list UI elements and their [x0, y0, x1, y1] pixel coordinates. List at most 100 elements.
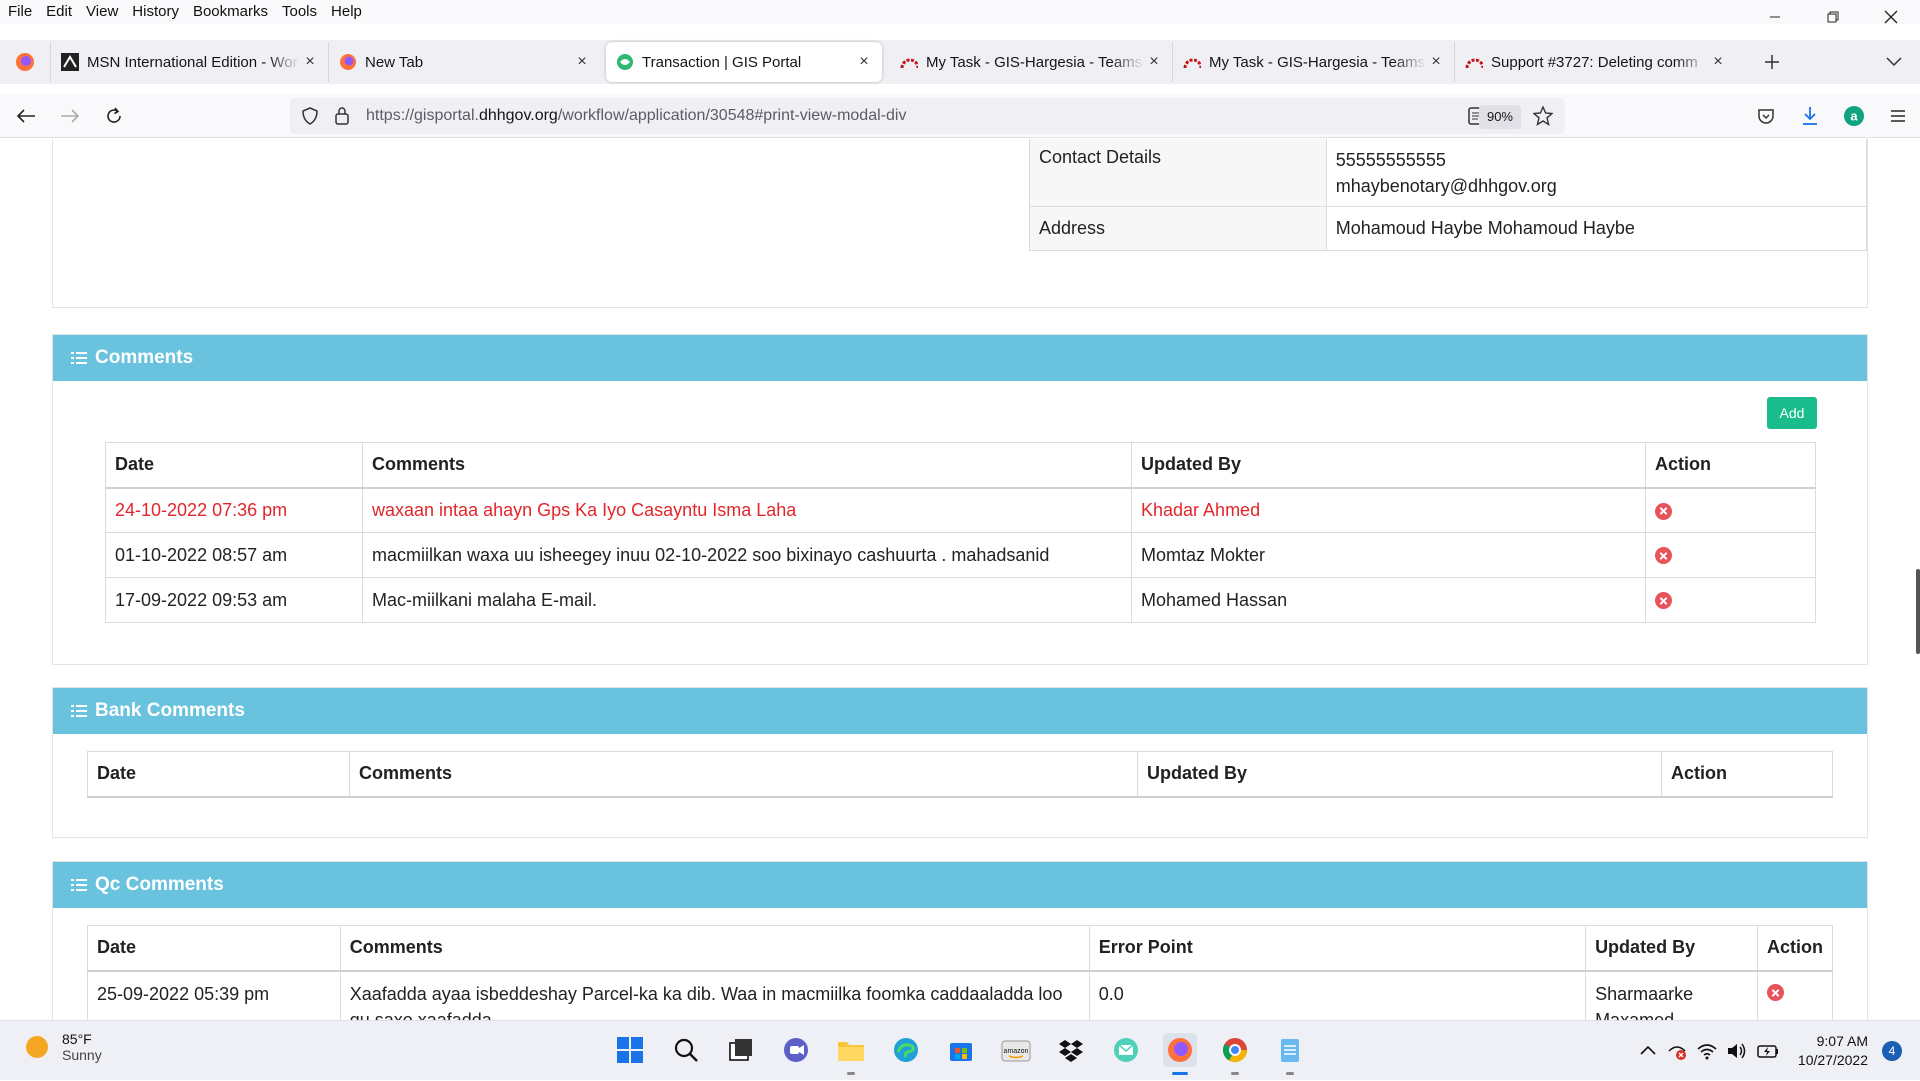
firefox-icon	[1168, 1038, 1192, 1062]
comment-text: Mac-miilkani malaha E-mail.	[362, 577, 1132, 623]
taskbar-clock[interactable]: 9:07 AM 10/27/2022	[1798, 1032, 1868, 1070]
menu-file[interactable]: File	[0, 0, 39, 24]
bank-comments-panel: Bank Comments Date Comments Updated By A…	[52, 687, 1868, 838]
amazon-button[interactable]: amazon	[999, 1033, 1033, 1067]
tab-title: Transaction | GIS Portal	[642, 53, 802, 71]
file-explorer-button[interactable]	[834, 1033, 868, 1075]
chrome-button[interactable]	[1218, 1033, 1252, 1075]
delete-comment-icon[interactable]	[1655, 592, 1672, 610]
mail-app-button[interactable]	[1109, 1033, 1143, 1067]
column-header-date: Date	[87, 751, 350, 798]
firefox-view-button[interactable]	[0, 40, 50, 84]
restore-button[interactable]	[1804, 0, 1862, 34]
menu-help[interactable]: Help	[324, 0, 369, 24]
column-header-date: Date	[87, 925, 341, 972]
microsoft-store-button[interactable]	[944, 1033, 978, 1067]
tab-my-task-2[interactable]: My Task - GIS-Hargesia - Teams ×	[1172, 42, 1454, 82]
close-window-button[interactable]	[1862, 0, 1920, 34]
firefox-taskbar-button[interactable]	[1163, 1033, 1197, 1075]
plus-icon	[1765, 55, 1779, 69]
close-tab-icon[interactable]: ×	[854, 53, 874, 71]
task-view-button[interactable]	[724, 1033, 758, 1067]
list-all-tabs-button[interactable]	[1876, 44, 1912, 80]
shield-icon[interactable]	[300, 106, 320, 126]
menu-bar: File Edit View History Bookmarks Tools H…	[0, 0, 1920, 24]
volume-icon[interactable]	[1726, 1041, 1748, 1061]
add-comment-button[interactable]: Add	[1767, 397, 1817, 429]
account-button[interactable]: a	[1832, 94, 1876, 138]
pocket-button[interactable]	[1744, 94, 1788, 138]
close-tab-icon[interactable]: ×	[1144, 53, 1164, 71]
tab-title: MSN International Edition - Wor	[87, 53, 298, 71]
qc-error-point: 0.0	[1088, 970, 1587, 1020]
bank-comments-table: Date Comments Updated By Action	[87, 751, 1833, 798]
close-tab-icon[interactable]: ×	[300, 53, 320, 71]
menu-edit[interactable]: Edit	[39, 0, 79, 24]
edge-button[interactable]	[889, 1033, 923, 1067]
dropbox-button[interactable]	[1054, 1033, 1088, 1067]
close-tab-icon[interactable]: ×	[1426, 53, 1446, 71]
comment-updated-by: Khadar Ahmed	[1131, 487, 1646, 533]
reload-button[interactable]	[96, 98, 132, 134]
comment-date: 01-10-2022 08:57 am	[105, 532, 363, 578]
tab-gis-portal[interactable]: Transaction | GIS Portal ×	[606, 42, 882, 82]
delete-qc-comment-icon[interactable]	[1767, 984, 1784, 1002]
zoom-level-badge[interactable]: 90%	[1478, 105, 1521, 129]
comment-updated-by: Momtaz Mokter	[1131, 532, 1646, 578]
account-avatar-icon: a	[1844, 106, 1864, 126]
qc-comment-date: 25-09-2022 05:39 pm	[87, 970, 341, 1020]
teams-chat-button[interactable]	[779, 1033, 813, 1067]
column-header-updated-by: Updated By	[1585, 925, 1758, 972]
lock-icon[interactable]	[334, 106, 350, 126]
app-menu-button[interactable]	[1876, 94, 1920, 138]
network-error-icon[interactable]	[1666, 1041, 1688, 1061]
weather-widget[interactable]: 85°F Sunny	[24, 1031, 102, 1063]
table-header-row: Date Comments Error Point Updated By Act…	[87, 925, 1833, 972]
start-button[interactable]	[613, 1033, 647, 1067]
wifi-icon[interactable]	[1696, 1041, 1718, 1061]
menu-bookmarks[interactable]: Bookmarks	[186, 0, 275, 24]
column-header-action: Action	[1757, 925, 1833, 972]
comment-text: macmiilkan waxa uu isheegey inuu 02-10-2…	[362, 532, 1132, 578]
address-bar[interactable]: https://gisportal.dhhgov.org/workflow/ap…	[290, 98, 1565, 134]
comment-updated-by: Mohamed Hassan	[1131, 577, 1646, 623]
table-row: Contact Details 55555555555 mhaybenotary…	[1029, 139, 1868, 207]
chevron-down-icon	[1886, 57, 1902, 67]
battery-charging-icon[interactable]	[1756, 1041, 1780, 1061]
menu-view[interactable]: View	[79, 0, 125, 24]
new-tab-button[interactable]	[1754, 44, 1790, 80]
forward-button[interactable]	[52, 98, 88, 134]
page-scrollbar[interactable]	[1916, 569, 1920, 654]
tab-support[interactable]: Support #3727: Deleting comm ×	[1454, 42, 1736, 82]
notepad-button[interactable]	[1273, 1033, 1307, 1075]
notification-count-badge[interactable]: 4	[1882, 1041, 1902, 1061]
downloads-button[interactable]	[1788, 94, 1832, 138]
url-text[interactable]: https://gisportal.dhhgov.org/workflow/ap…	[366, 107, 906, 125]
tab-msn[interactable]: MSN International Edition - Wor ×	[50, 42, 328, 82]
toolbar-right: a	[1744, 94, 1920, 138]
delete-comment-icon[interactable]	[1655, 502, 1672, 520]
comments-table: Date Comments Updated By Action 24-10-20…	[105, 442, 1816, 623]
bank-comments-panel-header: Bank Comments	[53, 688, 1867, 734]
table-row: 25-09-2022 05:39 pm Xaafadda ayaa isbedd…	[87, 970, 1833, 1020]
tab-title: My Task - GIS-Hargesia - Teams	[1209, 53, 1426, 71]
tab-title: My Task - GIS-Hargesia - Teams	[926, 53, 1143, 71]
close-tab-icon[interactable]: ×	[1708, 53, 1728, 71]
menu-history[interactable]: History	[125, 0, 186, 24]
close-tab-icon[interactable]: ×	[572, 53, 592, 71]
window-controls	[1746, 0, 1920, 34]
bookmark-star-icon[interactable]	[1533, 106, 1553, 126]
qc-updated-by: Sharmaarke Maxamed	[1585, 970, 1758, 1020]
delete-comment-icon[interactable]	[1655, 547, 1672, 565]
tab-new-tab[interactable]: New Tab ×	[328, 42, 600, 82]
svg-text:amazon: amazon	[1004, 1048, 1029, 1055]
minimize-button[interactable]	[1746, 0, 1804, 34]
reload-icon	[107, 106, 121, 123]
back-button[interactable]	[8, 98, 44, 134]
restore-icon	[1827, 11, 1839, 23]
taskbar-search-button[interactable]	[669, 1033, 703, 1067]
menu-tools[interactable]: Tools	[275, 0, 324, 24]
sun-icon	[26, 1036, 48, 1058]
tab-my-task-1[interactable]: My Task - GIS-Hargesia - Teams ×	[890, 42, 1172, 82]
chevron-up-icon[interactable]	[1638, 1041, 1658, 1061]
